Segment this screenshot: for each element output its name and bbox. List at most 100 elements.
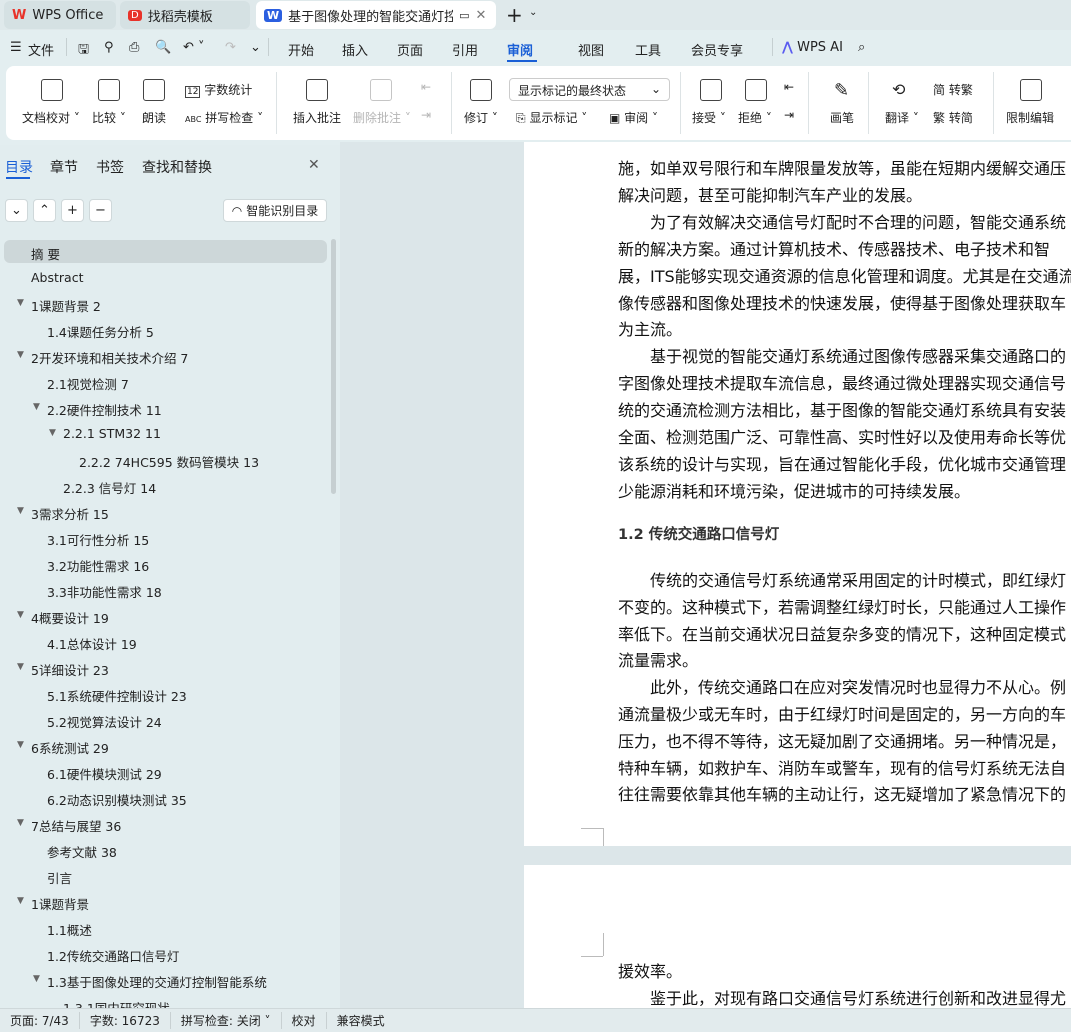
save-icon[interactable]: 🖫 <box>78 40 89 62</box>
toc-item[interactable]: 1.1概述 <box>47 920 92 939</box>
toc-item[interactable]: 2.1视觉检测 7 <box>47 374 129 393</box>
nav-tab-find-replace[interactable]: 查找和替换 <box>142 157 212 177</box>
redo-icon[interactable]: ↷ <box>225 40 236 55</box>
search-icon[interactable]: ⌕ <box>858 40 865 55</box>
menu-tab-reference[interactable]: 引用 <box>452 40 478 59</box>
spell-check-status[interactable]: 拼写检查: 关闭 ˅ <box>171 1012 282 1029</box>
print-icon[interactable]: ⎙ <box>129 40 139 55</box>
insert-comment-button[interactable]: 插入批注 <box>293 109 341 126</box>
toc-item[interactable]: 1.2传统交通路口信号灯 <box>47 946 179 965</box>
toc-item[interactable]: 参考文献 38 <box>47 842 117 861</box>
toc-item[interactable]: 1.4课题任务分析 5 <box>47 322 154 341</box>
tab-document[interactable]: W 基于图像处理的智能交通灯控制 ▭ ✕ <box>256 1 496 29</box>
expand-triangle-icon[interactable]: ▼ <box>33 974 40 984</box>
read-aloud-button[interactable]: 朗读 <box>142 109 166 126</box>
show-markup-button[interactable]: ⎘ 显示标记 ˅ <box>516 109 587 126</box>
close-tab-icon[interactable]: ✕ <box>476 8 487 23</box>
nav-tab-chapter[interactable]: 章节 <box>50 157 78 177</box>
doc-check-button[interactable]: 文档校对 ˅ <box>22 109 80 126</box>
toc-item[interactable]: 7总结与展望 36 <box>31 816 121 835</box>
monitor-icon[interactable]: ▭ <box>459 9 469 22</box>
toc-item[interactable]: 4.1总体设计 19 <box>47 634 137 653</box>
toc-item[interactable]: 3需求分析 15 <box>31 504 109 523</box>
proofread-button[interactable]: 校对 <box>282 1012 327 1029</box>
prev-comment-icon[interactable]: ⇤ <box>421 80 431 94</box>
toc-item[interactable]: 2开发环境和相关技术介绍 7 <box>31 348 188 367</box>
smart-toc-button[interactable]: ◠ 智能识别目录 <box>223 199 327 222</box>
word-count-button[interactable]: 12 字数统计 <box>185 81 252 98</box>
new-tab-button[interactable]: + <box>506 3 523 27</box>
expand-triangle-icon[interactable]: ▼ <box>17 662 24 672</box>
to-simplified-button[interactable]: 繁 转简 <box>933 109 973 126</box>
review-pane-button[interactable]: ▣ 审阅 ˅ <box>609 109 658 126</box>
revise-button[interactable]: 修订 ˅ <box>464 109 498 126</box>
reject-button[interactable]: 拒绝 ˅ <box>738 109 772 126</box>
toc-item[interactable]: 5.2视觉算法设计 24 <box>47 712 162 731</box>
add-level-button[interactable]: + <box>61 199 84 222</box>
toc-item[interactable]: 6系统测试 29 <box>31 738 109 757</box>
restrict-edit-button[interactable]: 限制编辑 <box>1006 109 1054 126</box>
toc-item[interactable]: 摘 要 <box>31 244 60 263</box>
toc-item[interactable]: 2.2硬件控制技术 11 <box>47 400 162 419</box>
expand-triangle-icon[interactable]: ▼ <box>49 428 56 438</box>
expand-triangle-icon[interactable]: ▼ <box>33 402 40 412</box>
expand-triangle-icon[interactable]: ▼ <box>17 350 24 360</box>
page-indicator[interactable]: 页面: 7/43 <box>0 1012 80 1029</box>
tab-docer[interactable]: D 找稻壳模板 <box>120 1 250 29</box>
toc-item[interactable]: 1课题背景 <box>31 894 89 913</box>
chevron-down-icon[interactable]: ⌄ <box>529 7 537 18</box>
menu-tab-page[interactable]: 页面 <box>397 40 423 59</box>
toc-item[interactable]: 1课题背景 2 <box>31 296 101 315</box>
menu-tab-home[interactable]: 开始 <box>288 40 314 59</box>
toc-item[interactable]: Abstract <box>31 270 83 285</box>
nav-tab-toc[interactable]: 目录 <box>5 157 33 177</box>
prev-change-icon[interactable]: ⇤ <box>784 80 794 94</box>
menu-tab-review[interactable]: 审阅 <box>507 40 533 59</box>
pen-button[interactable]: 画笔 <box>830 109 854 126</box>
file-menu[interactable]: 文件 <box>28 40 54 59</box>
hamburger-icon[interactable]: ☰ <box>10 40 22 55</box>
toc-item[interactable]: 2.2.3 信号灯 14 <box>63 478 156 497</box>
toc-item[interactable]: 4概要设计 19 <box>31 608 109 627</box>
collapse-down-button[interactable]: ⌄ <box>5 199 28 222</box>
spell-check-button[interactable]: ABC 拼写检查 ˅ <box>185 109 263 126</box>
toc-item[interactable]: 5详细设计 23 <box>31 660 109 679</box>
compare-button[interactable]: 比较 ˅ <box>92 109 126 126</box>
share-icon[interactable]: ⚲ <box>104 40 114 55</box>
expand-triangle-icon[interactable]: ▼ <box>17 818 24 828</box>
toc-item[interactable]: 引言 <box>47 868 72 887</box>
toc-item[interactable]: 2.2.2 74HC595 数码管模块 13 <box>79 452 259 471</box>
toc-item[interactable]: 6.1硬件模块测试 29 <box>47 764 162 783</box>
toc-item[interactable]: 5.1系统硬件控制设计 23 <box>47 686 187 705</box>
more-icon[interactable]: ⌄ <box>250 40 261 55</box>
next-comment-icon[interactable]: ⇥ <box>421 108 431 122</box>
menu-tab-insert[interactable]: 插入 <box>342 40 368 59</box>
move-up-button[interactable]: ⌃ <box>33 199 56 222</box>
close-pane-icon[interactable]: ✕ <box>308 157 320 173</box>
expand-triangle-icon[interactable]: ▼ <box>17 740 24 750</box>
to-traditional-button[interactable]: 简 转繁 <box>933 81 973 98</box>
toc-item[interactable]: 3.3非功能性需求 18 <box>47 582 162 601</box>
scrollbar[interactable] <box>331 239 336 494</box>
expand-triangle-icon[interactable]: ▼ <box>17 298 24 308</box>
next-change-icon[interactable]: ⇥ <box>784 108 794 122</box>
toc-item[interactable]: 3.2功能性需求 16 <box>47 556 149 575</box>
nav-tab-bookmark[interactable]: 书签 <box>96 157 124 177</box>
wps-ai-button[interactable]: ⋀ WPS AI <box>782 40 843 55</box>
menu-tab-member[interactable]: 会员专享 <box>691 40 743 59</box>
remove-level-button[interactable]: − <box>89 199 112 222</box>
toc-item[interactable]: 1.3基于图像处理的交通灯控制智能系统 <box>47 972 267 991</box>
expand-triangle-icon[interactable]: ▼ <box>17 896 24 906</box>
undo-icon[interactable]: ↶ ˅ <box>183 40 205 55</box>
menu-tab-tools[interactable]: 工具 <box>635 40 661 59</box>
expand-triangle-icon[interactable]: ▼ <box>17 506 24 516</box>
toc-item[interactable]: 3.1可行性分析 15 <box>47 530 149 549</box>
toc-item[interactable]: 2.2.1 STM32 11 <box>63 426 161 441</box>
word-count[interactable]: 字数: 16723 <box>80 1012 171 1029</box>
toc-item[interactable]: 6.2动态识别模块测试 35 <box>47 790 187 809</box>
print-preview-icon[interactable]: 🔍 <box>155 40 171 55</box>
translate-button[interactable]: 翻译 ˅ <box>885 109 919 126</box>
display-mode-select[interactable]: 显示标记的最终状态 ⌄ <box>509 78 670 101</box>
tab-wps-office[interactable]: W WPS Office <box>4 1 116 29</box>
expand-triangle-icon[interactable]: ▼ <box>17 610 24 620</box>
